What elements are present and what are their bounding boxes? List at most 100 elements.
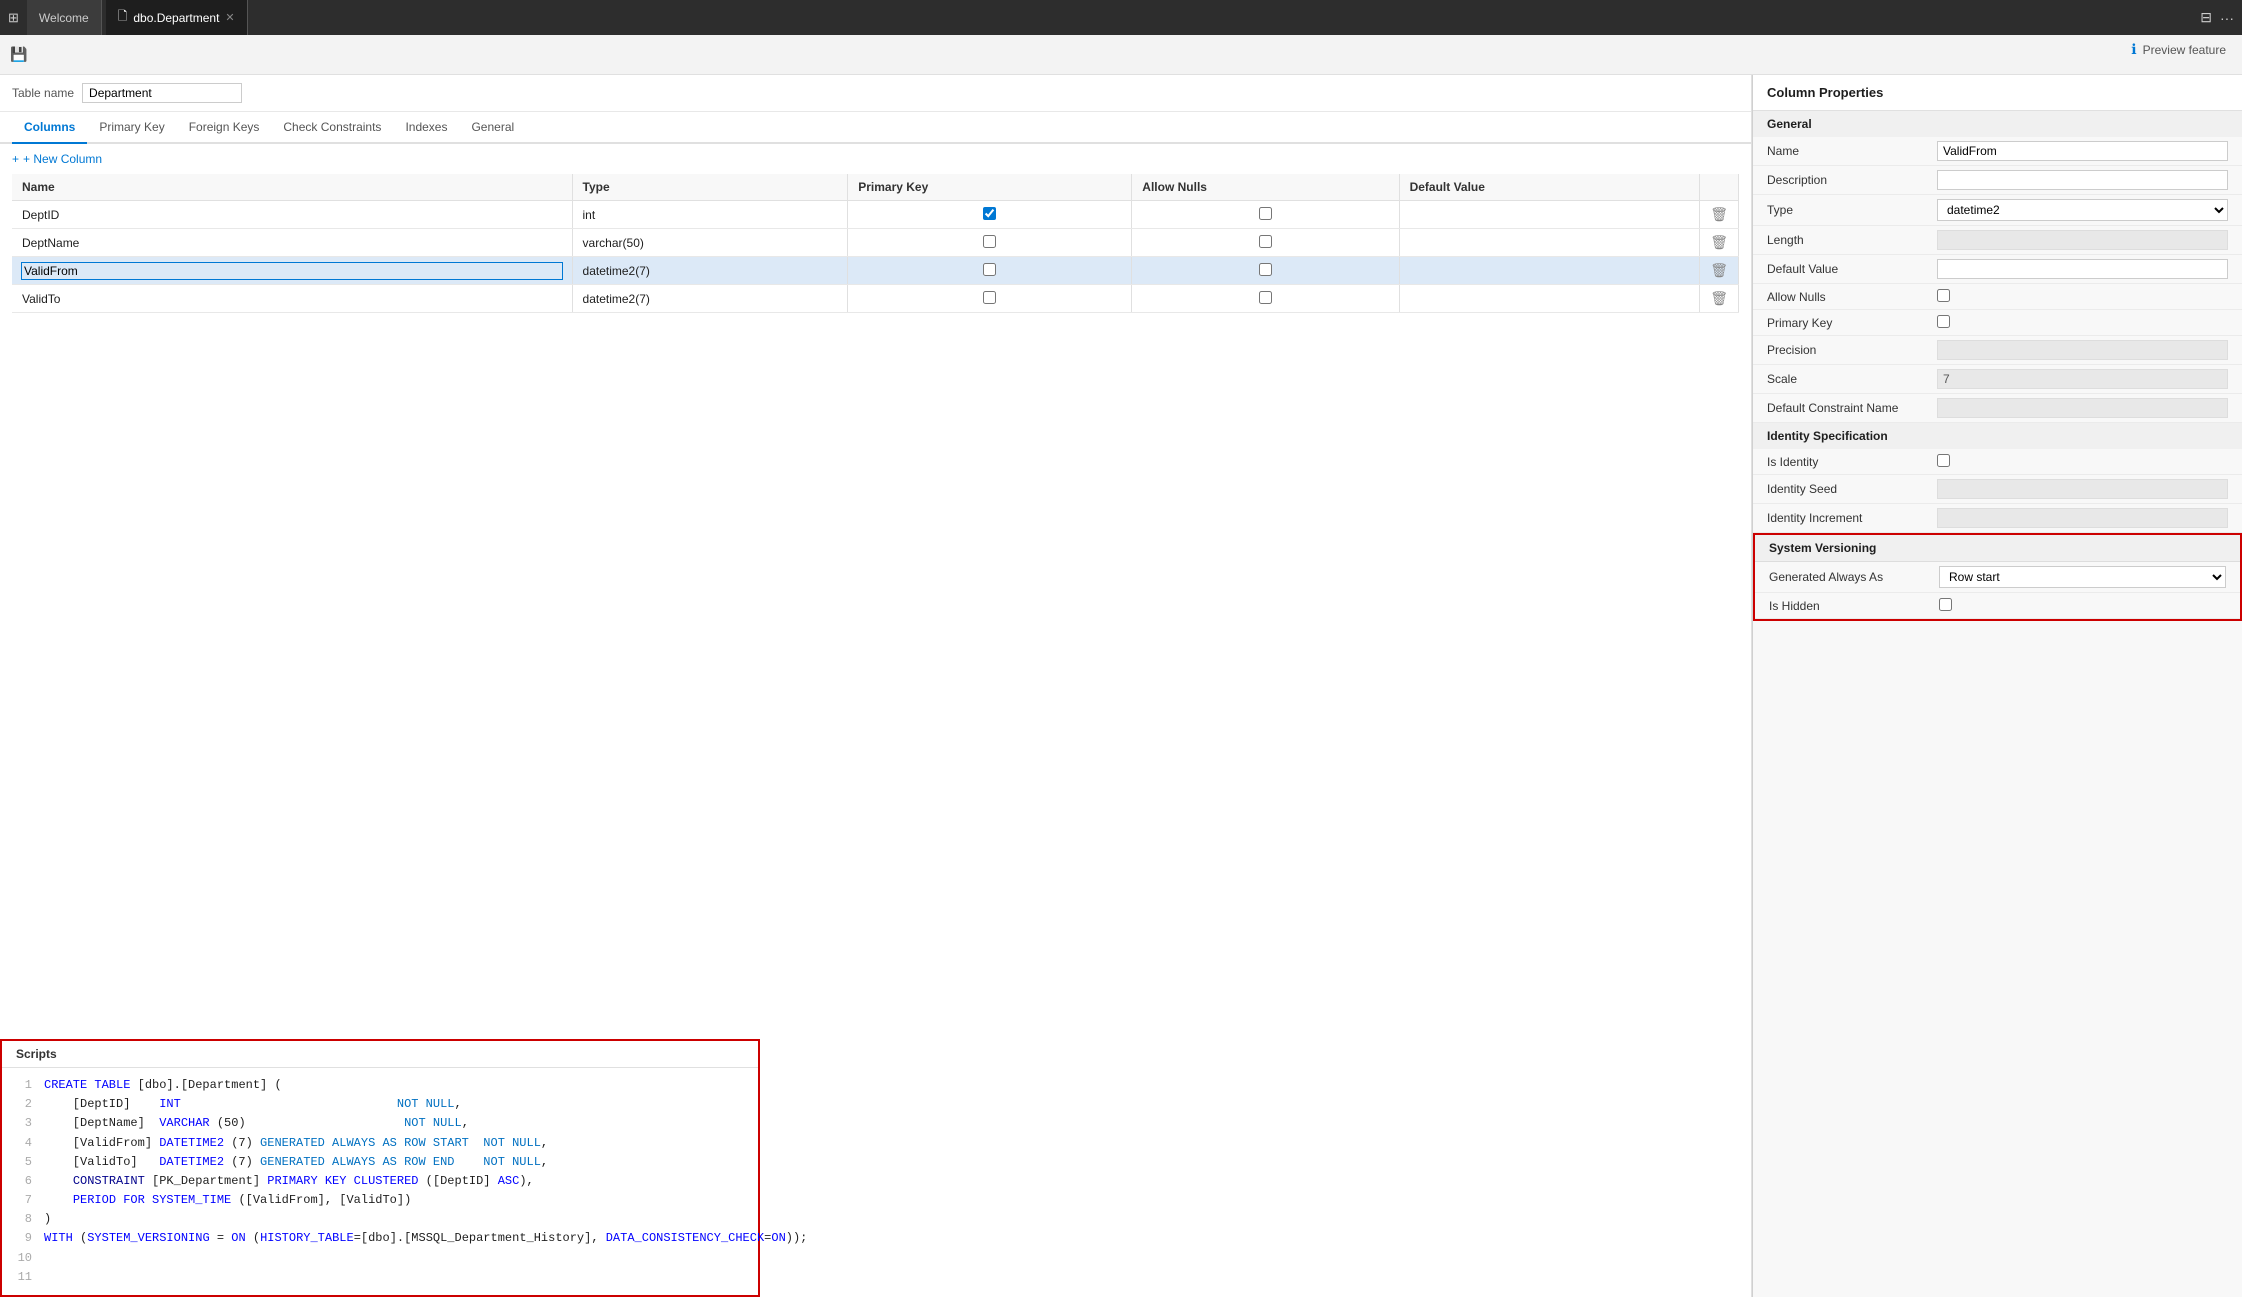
table-row: DeptID int 🗑 xyxy=(12,201,1739,229)
col-header-type: Type xyxy=(572,174,848,201)
code-line-2: 2 [DeptID] INT NOT NULL, xyxy=(16,1095,744,1114)
code-line-6: 6 CONSTRAINT [PK_Department] PRIMARY KEY… xyxy=(16,1172,744,1191)
prop-is-identity-checkbox[interactable] xyxy=(1937,454,1950,467)
prop-value-identity-seed xyxy=(1937,479,2228,499)
nulls-checkbox-validfrom[interactable] xyxy=(1259,263,1272,276)
prop-value-precision xyxy=(1937,340,2228,360)
tab-dbo-department[interactable]: 🗋 dbo.Department ✕ xyxy=(106,0,248,35)
cell-name xyxy=(12,257,572,285)
nulls-checkbox-deptname[interactable] xyxy=(1259,235,1272,248)
cell-delete: 🗑 xyxy=(1700,201,1739,229)
code-line-7: 7 PERIOD FOR SYSTEM_TIME ([ValidFrom], [… xyxy=(16,1191,744,1210)
title-bar: ⊞ Welcome 🗋 dbo.Department ✕ ⊟ ··· xyxy=(0,0,2242,35)
pk-checkbox-deptname[interactable] xyxy=(983,235,996,248)
prop-default-value-input[interactable] xyxy=(1937,259,2228,279)
prop-row-is-hidden: Is Hidden xyxy=(1755,593,2240,619)
prop-value-length xyxy=(1937,230,2228,250)
cell-pk xyxy=(848,201,1132,229)
prop-default-constraint-name-input xyxy=(1937,398,2228,418)
tab-primary-key[interactable]: Primary Key xyxy=(87,112,176,144)
prop-row-description: Description xyxy=(1753,166,2242,195)
column-name-input-validfrom[interactable] xyxy=(22,263,562,279)
prop-label-identity-increment: Identity Increment xyxy=(1767,511,1937,525)
prop-label-precision: Precision xyxy=(1767,343,1937,357)
prop-row-allow-nulls: Allow Nulls xyxy=(1753,284,2242,310)
save-icon[interactable]: 💾 xyxy=(8,44,30,66)
tab-indexes[interactable]: Indexes xyxy=(393,112,459,144)
scripts-container: Scripts 1CREATE TABLE [dbo].[Department]… xyxy=(0,1039,760,1297)
code-line-10: 10 xyxy=(16,1249,744,1268)
delete-icon-deptname[interactable]: 🗑 xyxy=(1710,234,1728,250)
columns-table-container: Name Type Primary Key Allow Nulls Defaul… xyxy=(0,174,1751,313)
prop-value-generated-always-as: Row start Row end None xyxy=(1939,566,2226,588)
main-area: Table name Columns Primary Key Foreign K… xyxy=(0,75,2242,1297)
col-header-default-value: Default Value xyxy=(1399,174,1700,201)
cell-name: DeptName xyxy=(12,229,572,257)
left-panel: Table name Columns Primary Key Foreign K… xyxy=(0,75,1752,1297)
col-header-actions xyxy=(1700,174,1739,201)
cell-default xyxy=(1399,257,1700,285)
close-tab-icon[interactable]: ✕ xyxy=(225,11,234,24)
more-icon[interactable]: ··· xyxy=(2220,10,2234,26)
pk-checkbox-validfrom[interactable] xyxy=(983,263,996,276)
prop-row-primary-key: Primary Key xyxy=(1753,310,2242,336)
identity-section-header: Identity Specification xyxy=(1753,423,2242,449)
tab-welcome[interactable]: Welcome xyxy=(27,0,102,35)
tab-columns[interactable]: Columns xyxy=(12,112,87,144)
col-header-name: Name xyxy=(12,174,572,201)
prop-label-primary-key: Primary Key xyxy=(1767,316,1937,330)
prop-description-input[interactable] xyxy=(1937,170,2228,190)
prop-label-is-hidden: Is Hidden xyxy=(1769,599,1939,613)
prop-type-select[interactable]: datetime2 int varchar nvarchar bit xyxy=(1937,199,2228,221)
prop-row-length: Length xyxy=(1753,226,2242,255)
tab-check-constraints[interactable]: Check Constraints xyxy=(271,112,393,144)
col-header-allow-nulls: Allow Nulls xyxy=(1132,174,1399,201)
prop-row-name: Name xyxy=(1753,137,2242,166)
tab-general[interactable]: General xyxy=(459,112,526,144)
prop-value-identity-increment xyxy=(1937,508,2228,528)
tabs-row: Columns Primary Key Foreign Keys Check C… xyxy=(0,112,1751,144)
prop-row-type: Type datetime2 int varchar nvarchar bit xyxy=(1753,195,2242,226)
prop-primary-key-checkbox[interactable] xyxy=(1937,315,1950,328)
new-column-label: + New Column xyxy=(23,152,102,166)
prop-allow-nulls-checkbox[interactable] xyxy=(1937,289,1950,302)
system-versioning-header: System Versioning xyxy=(1755,535,2240,562)
prop-label-name: Name xyxy=(1767,144,1937,158)
prop-is-hidden-checkbox[interactable] xyxy=(1939,598,1952,611)
code-line-5: 5 [ValidTo] DATETIME2 (7) GENERATED ALWA… xyxy=(16,1153,744,1172)
cell-name: DeptID xyxy=(12,201,572,229)
cell-pk xyxy=(848,285,1132,313)
app-icon: ⊞ xyxy=(8,10,19,26)
table-name-input[interactable] xyxy=(82,83,242,103)
nulls-checkbox-validto[interactable] xyxy=(1259,291,1272,304)
right-panel: Column Properties General Name Descripti… xyxy=(1752,75,2242,1297)
pk-checkbox-validto[interactable] xyxy=(983,291,996,304)
welcome-tab-label: Welcome xyxy=(39,11,89,25)
delete-icon-validto[interactable]: 🗑 xyxy=(1710,290,1728,306)
prop-scale-input xyxy=(1937,369,2228,389)
prop-row-identity-increment: Identity Increment xyxy=(1753,504,2242,533)
layout-icon[interactable]: ⊟ xyxy=(2200,9,2212,26)
cell-default xyxy=(1399,229,1700,257)
prop-generated-always-as-select[interactable]: Row start Row end None xyxy=(1939,566,2226,588)
prop-identity-seed-input xyxy=(1937,479,2228,499)
scripts-body: 1CREATE TABLE [dbo].[Department] ( 2 [De… xyxy=(2,1068,758,1295)
tab-foreign-keys[interactable]: Foreign Keys xyxy=(177,112,272,144)
code-line-8: 8) xyxy=(16,1210,744,1229)
code-line-11: 11 xyxy=(16,1268,744,1287)
new-column-button[interactable]: + + New Column xyxy=(0,144,1751,174)
cell-name: ValidTo xyxy=(12,285,572,313)
delete-icon-deptid[interactable]: 🗑 xyxy=(1710,206,1728,222)
prop-label-generated-always-as: Generated Always As xyxy=(1769,570,1939,584)
delete-icon-validfrom[interactable]: 🗑 xyxy=(1710,262,1728,278)
prop-identity-increment-input xyxy=(1937,508,2228,528)
prop-name-input[interactable] xyxy=(1937,141,2228,161)
prop-label-is-identity: Is Identity xyxy=(1767,455,1937,469)
nulls-checkbox-deptid[interactable] xyxy=(1259,207,1272,220)
prop-label-default-constraint-name: Default Constraint Name xyxy=(1767,401,1937,415)
pk-checkbox-deptid[interactable] xyxy=(983,207,996,220)
prop-value-primary-key xyxy=(1937,315,2228,331)
column-props-header: Column Properties xyxy=(1753,75,2242,111)
prop-row-default-value: Default Value xyxy=(1753,255,2242,284)
prop-label-allow-nulls: Allow Nulls xyxy=(1767,290,1937,304)
